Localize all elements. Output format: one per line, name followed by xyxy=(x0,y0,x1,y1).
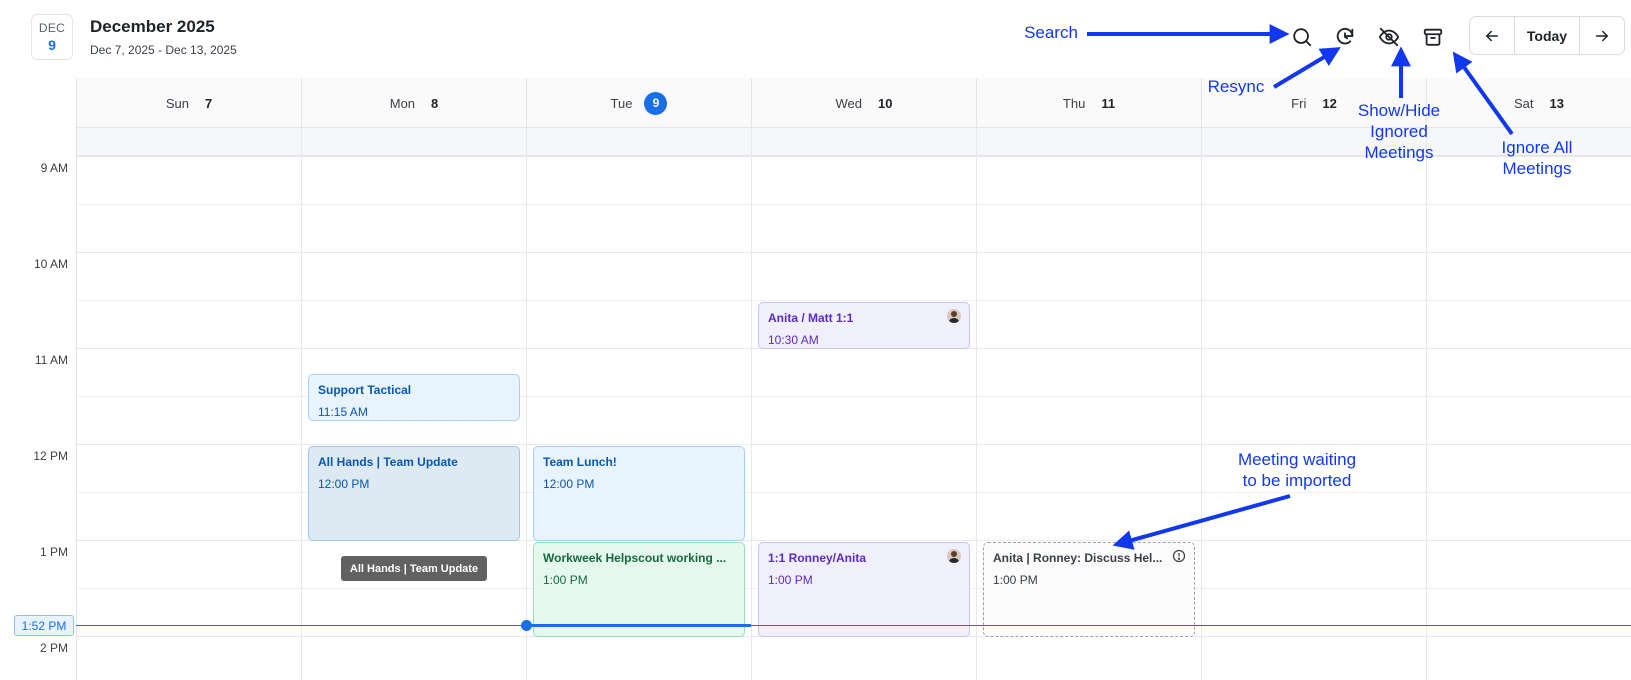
day-number: 11 xyxy=(1101,95,1116,111)
day-name: Wed xyxy=(835,95,863,111)
day-column-divider xyxy=(1201,128,1202,680)
event-pending-import[interactable]: Anita | Ronney: Discuss Hel... 1:00 PM xyxy=(983,542,1195,637)
eye-off-icon[interactable] xyxy=(1376,24,1402,50)
event-time: 12:00 PM xyxy=(318,477,370,491)
avatar xyxy=(947,309,961,323)
event-ronney-anita[interactable]: 1:1 Ronney/Anita 1:00 PM xyxy=(758,542,970,637)
current-time-dot xyxy=(521,620,532,631)
current-time-today-segment xyxy=(526,624,751,627)
event-anita-matt[interactable]: Anita / Matt 1:1 10:30 AM xyxy=(758,302,970,349)
event-all-hands[interactable]: All Hands | Team Update 12:00 PM xyxy=(308,446,520,541)
day-column-divider xyxy=(301,128,302,680)
hour-label: 2 PM xyxy=(39,641,68,655)
hour-line xyxy=(76,252,1631,253)
annotation-resync: Resync xyxy=(1207,77,1265,96)
hour-label: 11 AM xyxy=(34,353,68,367)
day-number: 8 xyxy=(431,95,439,111)
annotation-show-hide: Show/Hide Ignored Meetings xyxy=(1357,101,1441,162)
hour-label: 1 PM xyxy=(39,545,68,559)
day-number: 13 xyxy=(1549,95,1564,111)
event-title: 1:1 Ronney/Anita xyxy=(768,551,867,565)
arrow-left-icon xyxy=(1486,30,1498,41)
annotation-search: Search xyxy=(1024,23,1078,42)
day-header-tue[interactable]: Tue 9 xyxy=(526,78,751,128)
event-title: Anita / Matt 1:1 xyxy=(768,311,854,325)
date-range: Dec 7, 2025 - Dec 13, 2025 xyxy=(90,43,237,57)
day-column-divider xyxy=(751,128,752,680)
day-column-divider xyxy=(526,128,527,680)
day-column-divider xyxy=(1426,128,1427,680)
day-header-sun[interactable]: Sun 7 xyxy=(76,78,301,128)
event-time: 10:30 AM xyxy=(768,333,819,347)
day-name: Mon xyxy=(389,95,416,111)
page-title: December 2025 xyxy=(90,17,215,36)
annotation-ignore-all: Ignore All Meetings xyxy=(1501,138,1573,178)
day-number: 12 xyxy=(1322,95,1337,111)
event-time: 11:15 AM xyxy=(318,405,368,419)
event-time: 1:00 PM xyxy=(993,573,1038,587)
event-time: 1:00 PM xyxy=(543,573,588,587)
event-title: Anita | Ronney: Discuss Hel... xyxy=(993,551,1163,565)
hour-line xyxy=(76,444,1631,445)
event-tooltip: All Hands | Team Update xyxy=(341,556,487,581)
day-column-divider xyxy=(976,128,977,680)
time-gutter-divider xyxy=(76,78,77,680)
day-header-mon[interactable]: Mon 8 xyxy=(301,78,526,128)
hour-label: 9 AM xyxy=(40,161,68,175)
day-name: Fri xyxy=(1291,95,1307,111)
arrow-right-icon xyxy=(1596,30,1608,41)
hour-label: 10 AM xyxy=(33,257,68,271)
day-number: 10 xyxy=(878,95,893,111)
prev-week-button[interactable] xyxy=(1470,17,1514,54)
event-time: 12:00 PM xyxy=(543,477,595,491)
archive-icon[interactable] xyxy=(1420,24,1446,50)
day-name: Tue xyxy=(610,95,633,111)
half-hour-line xyxy=(76,300,1631,301)
date-badge-month: DEC xyxy=(38,21,66,35)
date-badge: DEC 9 xyxy=(31,14,73,60)
day-header-sat[interactable]: Sat 13 xyxy=(1426,78,1631,128)
event-workweek[interactable]: Workweek Helpscout working ... 1:00 PM xyxy=(533,542,745,637)
next-week-button[interactable] xyxy=(1580,17,1624,54)
event-support-tactical[interactable]: Support Tactical 11:15 AM xyxy=(308,374,520,421)
today-button[interactable]: Today xyxy=(1514,17,1580,54)
current-time-label: 1:52 PM xyxy=(14,615,74,636)
annotation-waiting-import: Meeting waiting to be imported xyxy=(1237,450,1357,490)
event-title: All Hands | Team Update xyxy=(318,455,458,469)
day-name: Sun xyxy=(165,95,189,111)
avatar xyxy=(947,549,961,563)
event-team-lunch[interactable]: Team Lunch! 12:00 PM xyxy=(533,446,745,541)
week-navigation: Today xyxy=(1469,16,1625,55)
current-time-line xyxy=(76,625,1631,626)
day-name: Thu xyxy=(1062,95,1086,111)
event-title: Team Lunch! xyxy=(543,455,617,469)
date-badge-day: 9 xyxy=(48,37,56,53)
today-number-badge: 9 xyxy=(644,91,668,115)
day-name: Sat xyxy=(1514,95,1534,111)
event-title: Workweek Helpscout working ... xyxy=(543,551,727,565)
day-header-wed[interactable]: Wed 10 xyxy=(751,78,976,128)
event-time: 1:00 PM xyxy=(768,573,813,587)
pending-alert-icon xyxy=(1172,549,1186,563)
resync-icon[interactable] xyxy=(1332,24,1358,50)
event-title: Support Tactical xyxy=(318,383,412,397)
day-header-thu[interactable]: Thu 11 xyxy=(976,78,1201,128)
half-hour-line xyxy=(76,204,1631,205)
search-icon[interactable] xyxy=(1289,24,1315,50)
hour-label: 12 PM xyxy=(33,449,68,463)
day-number: 7 xyxy=(204,95,213,111)
